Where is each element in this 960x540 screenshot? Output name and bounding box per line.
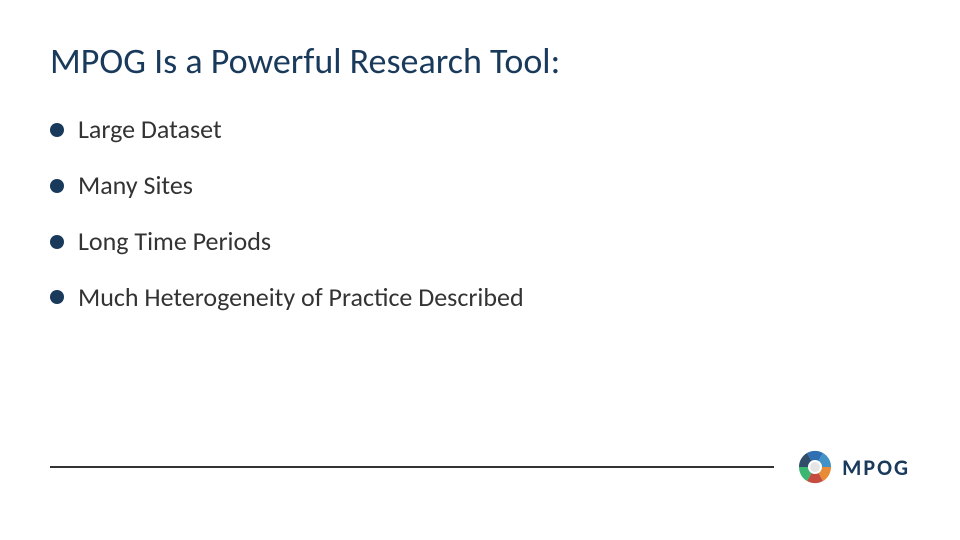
bullet-list: Large Dataset Many Sites Long Time Perio… — [50, 113, 910, 314]
bullet-text: Many Sites — [78, 169, 193, 203]
bottom-bar: MPOG — [50, 446, 910, 488]
list-item: Large Dataset — [50, 113, 910, 147]
bullet-dot — [50, 179, 64, 193]
bullet-dot — [50, 235, 64, 249]
bullet-dot — [50, 290, 64, 304]
bottom-line — [50, 466, 774, 468]
list-item: Many Sites — [50, 169, 910, 203]
bullet-dot — [50, 123, 64, 137]
logo-text: MPOG — [842, 454, 910, 481]
mpog-logo-icon — [794, 446, 836, 488]
slide-title: MPOG Is a Powerful Research Tool: — [50, 40, 910, 83]
bullet-text: Large Dataset — [78, 113, 222, 147]
logo-container: MPOG — [794, 446, 910, 488]
list-item: Long Time Periods — [50, 225, 910, 259]
slide: MPOG Is a Powerful Research Tool: Large … — [0, 0, 960, 540]
list-item: Much Heterogeneity of Practice Described — [50, 281, 910, 315]
bullet-text: Long Time Periods — [78, 225, 271, 259]
bullet-text: Much Heterogeneity of Practice Described — [78, 281, 524, 315]
